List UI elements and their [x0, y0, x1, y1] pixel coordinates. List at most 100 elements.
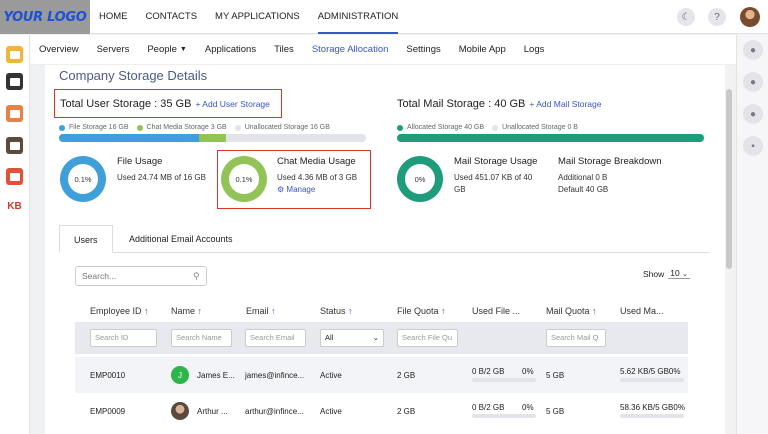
- legend-chat: Chat Media Storage 3 GB: [146, 124, 227, 131]
- col-label: Mail Quota: [546, 306, 590, 316]
- user-storage-segment: [199, 134, 226, 142]
- topnav-home[interactable]: HOME: [99, 0, 128, 34]
- user-avatar[interactable]: [740, 7, 760, 27]
- cell-mail-quota: 5 GB: [546, 407, 565, 416]
- app-rail: KB: [0, 35, 30, 434]
- mail-usage-line2: GB: [454, 185, 466, 194]
- contacts-app-icon[interactable]: [6, 73, 23, 90]
- kb-app-icon[interactable]: KB: [6, 198, 23, 215]
- page-size-control: Show 10 ⌄: [643, 268, 690, 279]
- filter-name[interactable]: Search Name: [171, 329, 232, 347]
- mail-usage-title: Mail Storage Usage: [454, 156, 538, 167]
- search-input[interactable]: [75, 266, 207, 286]
- filter-status-select[interactable]: All ⌄: [320, 329, 384, 347]
- subnav-overview[interactable]: Overview: [39, 44, 79, 55]
- photos-app-icon[interactable]: [6, 168, 23, 185]
- cell-employee-id: EMP0010: [90, 371, 126, 380]
- subnav-people[interactable]: People ▼: [147, 44, 187, 55]
- legend-mail-unallocated: Unallocated Storage 0 B: [502, 124, 578, 131]
- user-storage-title: Total User Storage : 35 GB + Add User Sto…: [60, 98, 270, 110]
- cell-name[interactable]: James E...: [197, 371, 235, 380]
- col-name[interactable]: Name ↑: [171, 306, 202, 316]
- brand-logo[interactable]: YOUR LOGO: [0, 0, 90, 34]
- legend-dot: [59, 124, 65, 131]
- page-size-value: 10: [670, 268, 680, 278]
- filter-employee-id[interactable]: Search ID: [90, 329, 157, 347]
- col-label: Email: [246, 306, 269, 316]
- caret-down-icon: ▼: [179, 46, 187, 53]
- cell-mail-quota: 5 GB: [546, 371, 565, 380]
- filter-file-quota[interactable]: Search File Qu: [397, 329, 458, 347]
- legend-file: File Storage 16 GB: [69, 124, 129, 131]
- mail-storage-legend: Allocated Storage 40 GB Unallocated Stor…: [397, 124, 578, 131]
- col-file-quota[interactable]: File Quota ↑: [397, 306, 446, 316]
- cell-used-mail: 58.36 KB/5 GB0%: [620, 403, 685, 412]
- add-mail-storage-link[interactable]: + Add Mail Storage: [529, 99, 601, 109]
- sort-icon: ↑: [441, 306, 446, 316]
- dark-mode-icon[interactable]: ☾: [677, 8, 695, 26]
- calendar-app-icon[interactable]: [6, 105, 23, 122]
- legend-allocated: Allocated Storage 40 GB: [407, 124, 485, 131]
- cell-used-file-pct: 0%: [522, 367, 534, 376]
- col-used-file[interactable]: Used File ...: [472, 306, 520, 316]
- cell-used-file: 0 B/2 GB: [472, 367, 505, 376]
- tasks-app-icon[interactable]: [6, 137, 23, 154]
- table-row[interactable]: [75, 393, 688, 429]
- page-size-select[interactable]: 10 ⌄: [668, 268, 690, 279]
- col-mail-quota[interactable]: Mail Quota ↑: [546, 306, 597, 316]
- legend-dot: [492, 124, 499, 131]
- legend-dot: [234, 124, 241, 131]
- person-icon[interactable]: ●: [743, 72, 763, 92]
- tab-users[interactable]: Users: [59, 225, 113, 253]
- cell-file-quota: 2 GB: [397, 407, 416, 416]
- filter-status-value: All: [325, 333, 334, 342]
- subnav-settings[interactable]: Settings: [406, 44, 440, 55]
- top-nav: HOME CONTACTS MY APPLICATIONS ADMINISTRA…: [99, 0, 416, 34]
- sort-icon: ↑: [144, 306, 149, 316]
- col-used-mail[interactable]: Used Ma...: [620, 306, 664, 316]
- subnav-tiles[interactable]: Tiles: [274, 44, 294, 55]
- tab-additional-email-accounts[interactable]: Additional Email Accounts: [115, 225, 247, 253]
- show-label: Show: [643, 268, 665, 279]
- col-email[interactable]: Email ↑: [246, 306, 276, 316]
- legend-dot: [397, 124, 403, 131]
- table-row[interactable]: [75, 357, 688, 393]
- file-usage-title: File Usage: [117, 156, 163, 167]
- topnav-contacts[interactable]: CONTACTS: [146, 0, 198, 34]
- sort-icon: ↑: [197, 306, 203, 316]
- mail-breakdown-title: Mail Storage Breakdown: [558, 156, 662, 167]
- chat-icon[interactable]: ●: [743, 40, 763, 60]
- legend-unallocated: Unallocated Storage 16 GB: [244, 124, 330, 131]
- cell-name[interactable]: Arthur ...: [197, 407, 228, 416]
- user-storage-title-text: Total User Storage : 35 GB: [60, 98, 192, 110]
- filter-email[interactable]: Search Email: [245, 329, 306, 347]
- manage-link[interactable]: ⚙ Manage: [277, 185, 315, 194]
- search-icon[interactable]: ⚲: [193, 271, 200, 282]
- subnav-mobile-app[interactable]: Mobile App: [459, 44, 506, 55]
- filter-mail-quota[interactable]: Search Mail Q: [546, 329, 606, 347]
- subnav-logs[interactable]: Logs: [524, 44, 545, 55]
- col-employee-id[interactable]: Employee ID ↑: [90, 306, 149, 316]
- notes-app-icon[interactable]: [6, 46, 23, 63]
- scrollbar[interactable]: [725, 65, 733, 434]
- subnav-storage-allocation[interactable]: Storage Allocation: [312, 44, 389, 55]
- mail-usage-line1: Used 451.07 KB of 40: [454, 173, 533, 182]
- add-user-storage-link[interactable]: + Add User Storage: [195, 99, 269, 109]
- scrollbar-thumb[interactable]: [726, 89, 732, 269]
- group-icon[interactable]: ●: [743, 104, 763, 124]
- sort-icon: ↑: [348, 306, 353, 316]
- col-label: Employee ID: [90, 306, 142, 316]
- subnav-applications[interactable]: Applications: [205, 44, 256, 55]
- calendar-check-icon[interactable]: ▪: [743, 136, 763, 156]
- help-icon[interactable]: ?: [708, 8, 726, 26]
- col-status[interactable]: Status ↑: [320, 306, 353, 316]
- used-mail-bar: [620, 378, 684, 382]
- chat-usage-percent: 0.1%: [229, 164, 259, 194]
- cell-status: Active: [320, 371, 342, 380]
- mail-storage-title-text: Total Mail Storage : 40 GB: [397, 98, 526, 110]
- topnav-administration[interactable]: ADMINISTRATION: [317, 0, 399, 34]
- topnav-my-applications[interactable]: MY APPLICATIONS: [215, 0, 300, 34]
- used-mail-bar: [620, 414, 684, 418]
- subnav-servers[interactable]: Servers: [97, 44, 130, 55]
- chat-usage-donut: 0.1%: [221, 156, 267, 202]
